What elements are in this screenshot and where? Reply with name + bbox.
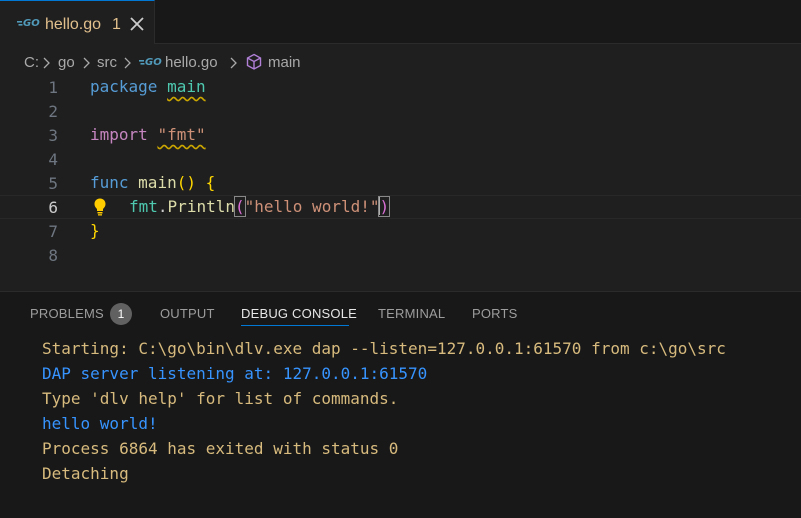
go-file-icon: GO — [17, 18, 40, 29]
code-editor[interactable]: 1 package main 2 3 import "fmt" 4 5 func… — [0, 76, 801, 290]
svg-text:GO: GO — [23, 18, 40, 29]
code-line: 2 — [0, 100, 801, 124]
svg-text:GO: GO — [145, 57, 162, 68]
lightbulb-icon[interactable] — [93, 197, 107, 217]
chevron-right-icon — [124, 57, 131, 69]
chevron-right-icon — [43, 57, 50, 69]
breadcrumb-folder-src[interactable]: src — [97, 54, 117, 71]
line-number: 2 — [48, 102, 58, 121]
keyword: import — [90, 125, 148, 144]
close-brace: } — [90, 221, 100, 240]
package-ref: fmt — [129, 197, 158, 216]
tab-ports[interactable]: PORTS — [472, 306, 518, 321]
code-line: 3 import "fmt" — [0, 124, 801, 148]
parens: () — [176, 173, 196, 192]
console-line: Starting: C:\go\bin\dlv.exe dap --listen… — [42, 339, 726, 358]
go-file-icon: GO — [139, 57, 162, 68]
tab-filename: hello.go — [45, 16, 102, 33]
tab-problem-count: 1 — [112, 16, 121, 33]
function-name: main — [138, 173, 177, 192]
console-line: Type 'dlv help' for list of commands. — [42, 389, 399, 408]
package-name: main — [167, 77, 206, 96]
breadcrumb-drive[interactable]: C: — [24, 54, 39, 71]
console-line: hello world! — [42, 414, 158, 433]
breadcrumb-file[interactable]: hello.go — [165, 54, 218, 71]
function-call: Println — [167, 197, 235, 216]
keyword: package — [90, 77, 158, 96]
open-paren: ( — [234, 196, 246, 217]
breadcrumb: C: go src GO hello.go main — [0, 51, 801, 75]
console-line: Detaching — [42, 464, 129, 483]
line-number: 5 — [48, 174, 58, 193]
chevron-right-icon — [83, 57, 90, 69]
tab-terminal[interactable]: TERMINAL — [378, 306, 445, 321]
line-number: 7 — [48, 222, 58, 241]
line-number: 1 — [48, 78, 58, 97]
open-brace: { — [205, 173, 216, 192]
code-line-current: 6 fmt.Println("hello world!") — [0, 195, 801, 219]
chevron-right-icon — [230, 57, 237, 69]
breadcrumb-folder-go[interactable]: go — [58, 54, 75, 71]
breadcrumb-symbol[interactable]: main — [268, 54, 301, 71]
bottom-panel: PROBLEMS 1 OUTPUT DEBUG CONSOLE TERMINAL… — [0, 291, 801, 518]
active-tab-indicator — [241, 325, 349, 326]
line-number: 4 — [48, 150, 58, 169]
close-paren: ) — [378, 196, 391, 217]
code-line: 1 package main — [0, 76, 801, 100]
tab-debug-console[interactable]: DEBUG CONSOLE — [241, 306, 357, 321]
tab-hello-go[interactable]: GO hello.go 1 — [0, 0, 155, 44]
console-line: Process 6864 has exited with status 0 — [42, 439, 399, 458]
dot: . — [157, 197, 168, 216]
close-icon[interactable] — [128, 15, 146, 33]
code-line: 8 — [0, 244, 801, 268]
code-line: 5 func main() { — [0, 172, 801, 196]
keyword: func — [90, 173, 129, 192]
string-literal: "hello world!" — [244, 197, 380, 216]
problems-count-badge: 1 — [110, 303, 132, 325]
line-number: 3 — [48, 126, 58, 145]
code-line: 7 } — [0, 220, 801, 244]
import-string: "fmt" — [157, 125, 206, 144]
console-line: DAP server listening at: 127.0.0.1:61570 — [42, 364, 428, 383]
line-number: 6 — [48, 198, 58, 217]
editor-tab-bar: GO hello.go 1 — [0, 0, 801, 44]
code-line: 4 — [0, 148, 801, 172]
symbol-module-icon — [246, 53, 262, 70]
debug-console-output[interactable]: Starting: C:\go\bin\dlv.exe dap --listen… — [42, 336, 726, 486]
tab-output[interactable]: OUTPUT — [160, 306, 215, 321]
tab-problems[interactable]: PROBLEMS — [30, 306, 104, 321]
line-number: 8 — [48, 246, 58, 265]
